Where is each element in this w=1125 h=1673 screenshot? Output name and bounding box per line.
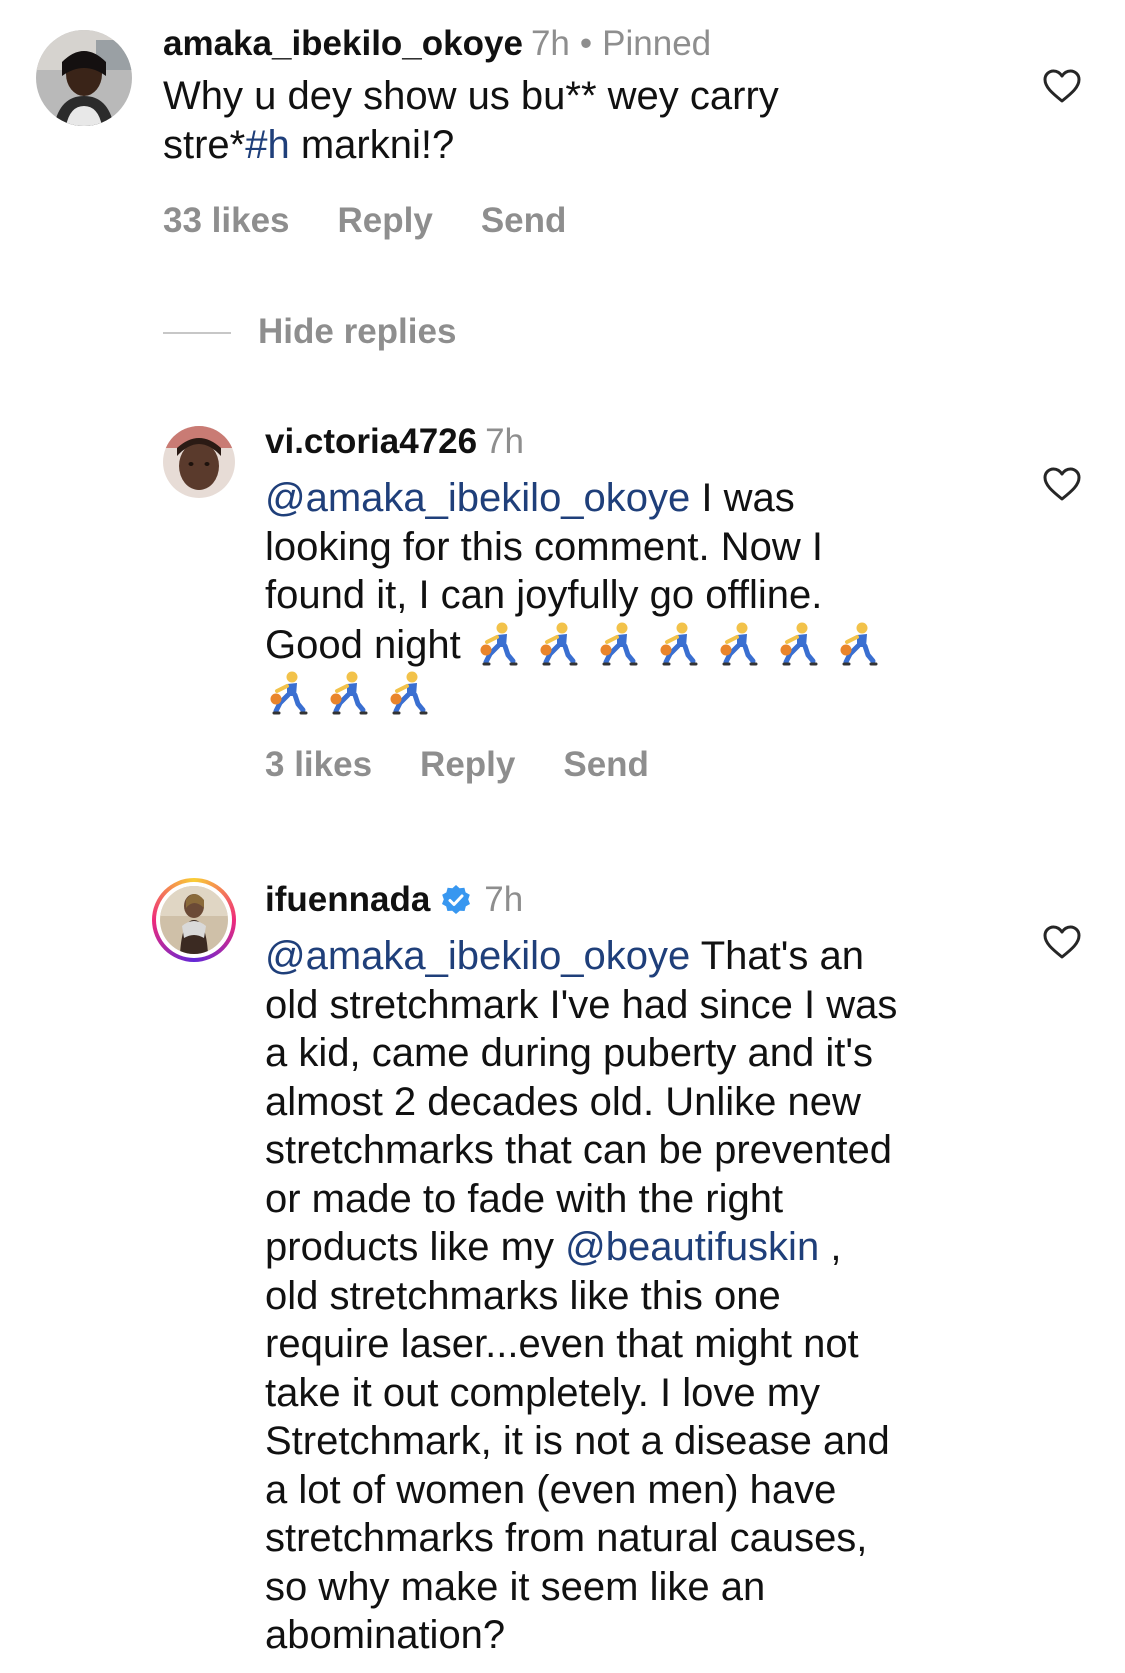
comment-text-line: a kid, came during puberty and it's — [265, 1031, 873, 1075]
heart-icon[interactable] — [1042, 924, 1082, 960]
comment-text-line: stretchmarks that can be prevented — [265, 1128, 892, 1172]
username[interactable]: amaka_ibekilo_okoye — [163, 24, 523, 63]
comment-text-line: @amaka_ibekilo_okoye That's an — [265, 932, 897, 981]
likes-count[interactable]: 33 likes — [163, 199, 290, 243]
comment-text: @amaka_ibekilo_okoye That's an old stret… — [265, 932, 897, 1660]
comment-text-line: Good night — [265, 620, 895, 670]
comment-meta: vi.ctoria4726 7h — [265, 420, 895, 464]
mention-link[interactable]: @amaka_ibekilo_okoye — [265, 934, 690, 978]
mention-link[interactable]: @beautifuskin — [565, 1225, 819, 1269]
person-bouncing-ball-emoji — [270, 671, 308, 715]
comment-text-line: looking for this comment. Now I — [265, 524, 823, 569]
person-bouncing-ball-emoji — [660, 622, 698, 665]
avatar-with-story-ring[interactable] — [152, 878, 236, 962]
comment-text-line: so why make it seem like an — [265, 1564, 766, 1609]
comment-text-fragment: , — [819, 1225, 842, 1269]
send-button[interactable]: Send — [481, 199, 567, 243]
person-bouncing-ball-emoji — [600, 622, 638, 665]
person-bouncing-ball-emoji — [840, 622, 878, 665]
comment-text-line: old stretchmark I've had since I was — [265, 982, 898, 1027]
person-bouncing-ball-emoji — [480, 622, 518, 665]
person-bouncing-ball-emoji — [540, 622, 578, 665]
emoji-run — [475, 622, 895, 667]
comment-text-fragment: products like my — [265, 1225, 566, 1269]
emoji-run — [265, 671, 445, 716]
avatar-photo — [36, 30, 132, 126]
person-bouncing-ball-emoji — [720, 622, 758, 665]
comment-text-fragment: I was — [690, 476, 795, 520]
mention-link[interactable]: @amaka_ibekilo_okoye — [265, 476, 690, 520]
likes-count[interactable]: 3 likes — [265, 743, 372, 787]
reply-button[interactable]: Reply — [420, 743, 515, 787]
avatar[interactable] — [163, 426, 235, 498]
heart-icon[interactable] — [1042, 466, 1082, 502]
comment-text-line: take it out completely. I love my — [265, 1370, 821, 1415]
timestamp: 7h — [530, 24, 570, 63]
comment-text-line: stre*#h markni!? — [163, 121, 779, 170]
comment-text-line: Why u dey show us bu** wey carry — [163, 74, 779, 118]
comment-text-line: almost 2 decades old. Unlike new — [265, 1079, 861, 1124]
username[interactable]: vi.ctoria4726 — [265, 422, 477, 461]
comment-text-fragment: That's an — [690, 934, 864, 978]
reply-button[interactable]: Reply — [338, 199, 433, 243]
timestamp: 7h — [485, 422, 525, 461]
heart-icon[interactable] — [1042, 68, 1082, 104]
separator-dot: • — [579, 24, 593, 63]
comment-text-line: or made to fade with the right — [265, 1176, 784, 1221]
comment-text-line: old stretchmarks like this one — [265, 1273, 781, 1318]
avatar-photo — [163, 426, 235, 498]
avatar[interactable] — [36, 30, 132, 126]
hide-replies-label[interactable]: Hide replies — [258, 310, 456, 354]
username[interactable]: ifuennada — [265, 880, 430, 919]
comment-text-line: a lot of women (even men) have — [265, 1467, 837, 1512]
comment-text: @amaka_ibekilo_okoye I was looking for t… — [265, 474, 895, 719]
comment-text-line: abomination? — [265, 1613, 506, 1657]
person-bouncing-ball-emoji — [330, 671, 368, 715]
comment-meta: amaka_ibekilo_okoye 7h • Pinned — [163, 22, 779, 66]
comment-text-line: require laser...even that might not — [265, 1322, 859, 1366]
comment-text-fragment: stre* — [163, 122, 246, 167]
verified-badge-icon — [442, 885, 471, 914]
person-bouncing-ball-emoji — [390, 671, 428, 715]
comment-text-line — [265, 669, 895, 719]
timestamp: 7h — [484, 880, 524, 919]
comment-actions: 33 likes Reply Send — [163, 199, 779, 243]
comment-actions: 3 likes Reply Send — [265, 743, 895, 787]
comment-text-line: Stretchmark, it is not a disease and — [265, 1419, 890, 1463]
comment-text-line: products like my @beautifuskin , — [265, 1223, 897, 1272]
avatar-photo — [160, 886, 228, 954]
comment-text-fragment: markni!? — [289, 122, 455, 167]
send-button[interactable]: Send — [563, 743, 649, 787]
comment-text: Why u dey show us bu** wey carry stre*#h… — [163, 72, 779, 169]
comment-text-line: stretchmarks from natural causes, — [265, 1516, 868, 1560]
comment-text-line: @amaka_ibekilo_okoye I was — [265, 474, 895, 523]
hashtag-link[interactable]: #h — [245, 123, 290, 167]
comment-text-line: found it, I can joyfully go offline. — [265, 573, 823, 617]
person-bouncing-ball-emoji — [780, 622, 818, 665]
divider — [163, 332, 231, 334]
comment-meta: ifuennada 7h — [265, 878, 897, 922]
comment-text-fragment: Good night — [265, 622, 461, 667]
pinned-label: Pinned — [602, 24, 712, 63]
